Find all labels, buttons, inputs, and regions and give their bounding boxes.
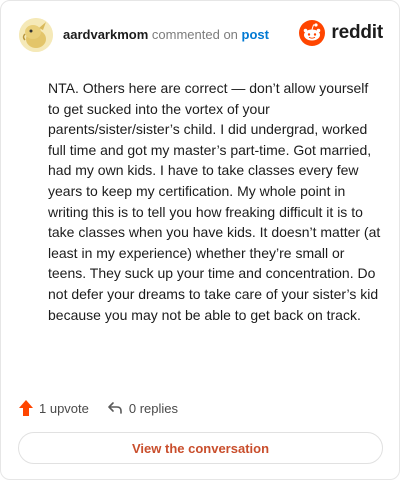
comment-card: aardvarkmom commented on post reddit NTA… [0,0,400,480]
upvote-arrow-icon [19,400,33,416]
comment-body: NTA. Others here are correct — don’t all… [48,80,381,323]
upvote-count: 1 upvote [39,400,89,416]
replies-count: 0 replies [128,400,179,416]
view-conversation-button[interactable]: View the conversation [18,432,383,464]
reddit-logo-icon [299,20,326,46]
username-link[interactable]: aardvarkmom [63,27,148,42]
replies-button[interactable]: 0 replies [107,401,178,416]
action-text: commented on [151,27,238,42]
reply-arrow-icon [108,402,122,414]
comment-meta: aardvarkmom commented on post [63,27,269,43]
comment-header: aardvarkmom commented on post reddit [19,17,383,53]
brand-text: reddit [331,22,383,43]
avatar-icon [19,18,53,52]
upvote-button[interactable]: 1 upvote [19,400,89,416]
avatar[interactable] [19,18,53,52]
reddit-brand[interactable]: reddit [299,20,383,46]
comment-actions: 1 upvote 0 replies [19,396,196,420]
post-link[interactable]: post [242,27,269,42]
